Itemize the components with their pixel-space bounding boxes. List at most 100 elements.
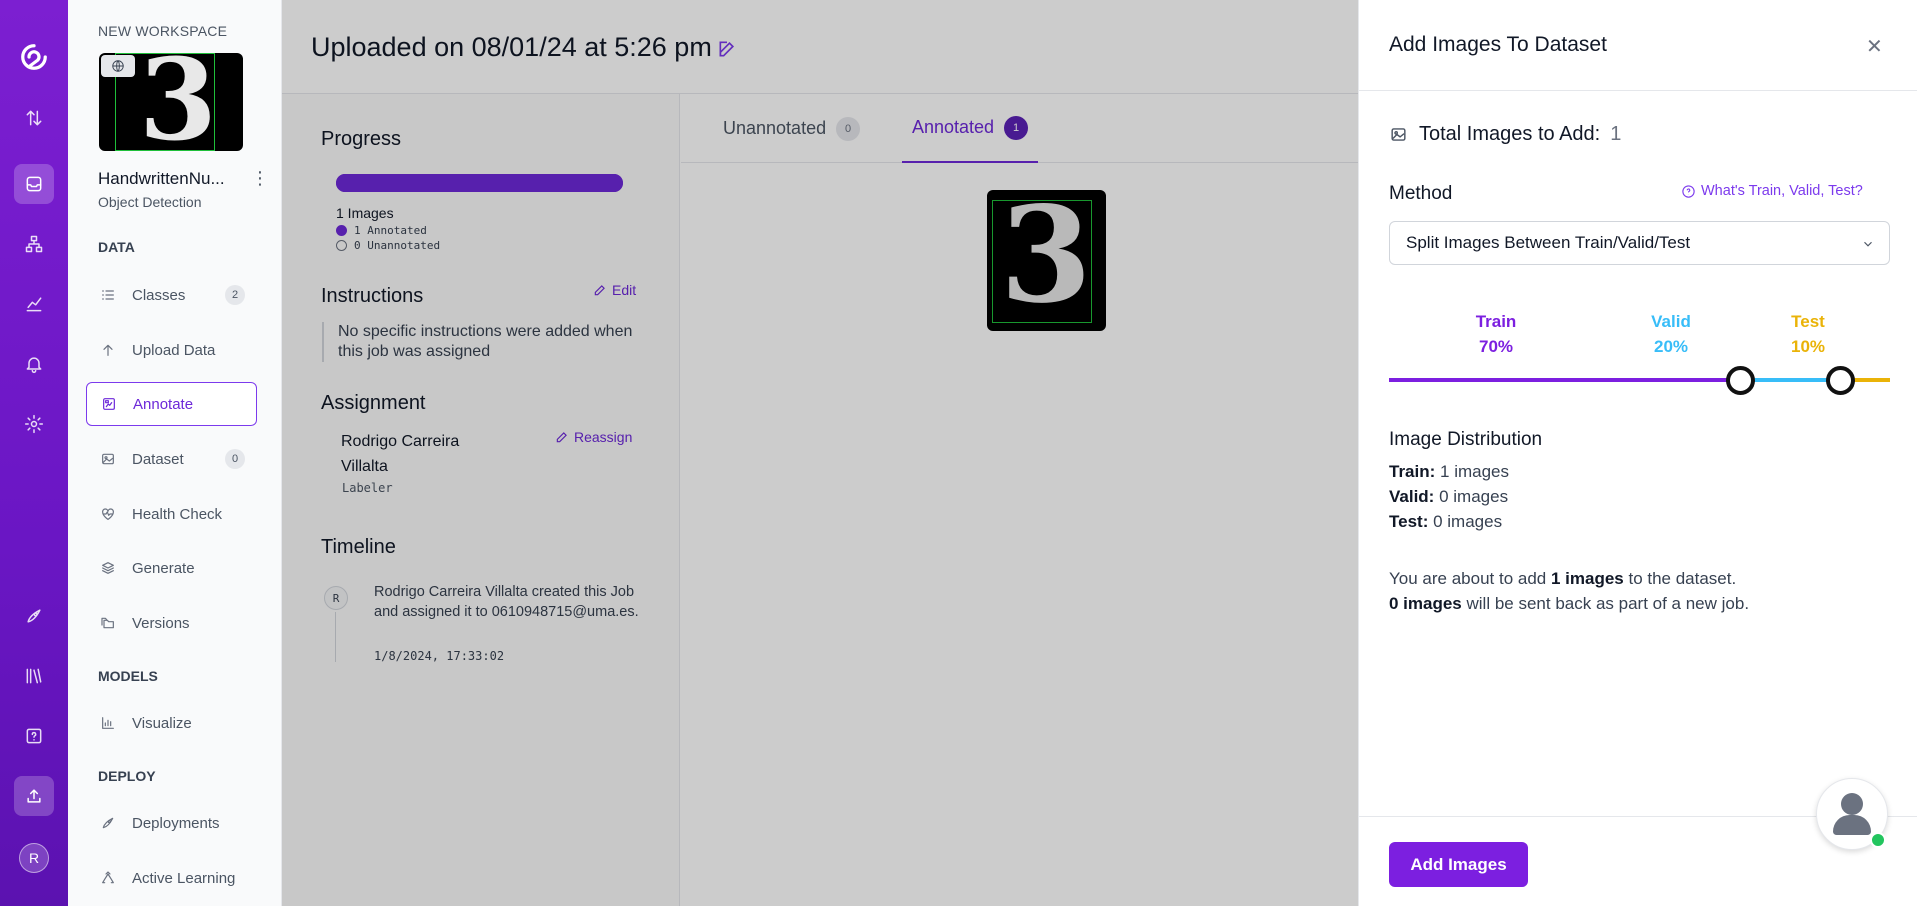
sidebar-item-visualize[interactable]: Visualize — [86, 701, 257, 745]
bar-chart-icon — [102, 717, 114, 729]
total-value: 1 — [1610, 123, 1622, 145]
online-status-dot — [1870, 832, 1886, 848]
dist-valid-label: Valid: — [1389, 487, 1435, 506]
project-type: Object Detection — [98, 194, 202, 210]
sidebar-item-label: Upload Data — [132, 341, 216, 359]
add-images-drawer: Add Images To Dataset ✕ Total Images to … — [1358, 0, 1917, 906]
rocket-icon[interactable] — [14, 596, 54, 636]
dist-test-value: 0 images — [1433, 512, 1503, 531]
project-name[interactable]: HandwrittenNu... — [98, 169, 225, 189]
total-label: Total Images to Add: — [1419, 123, 1601, 145]
chevron-down-icon — [1861, 236, 1875, 250]
sidebar-item-label: Health Check — [132, 505, 223, 523]
image-icon — [102, 453, 114, 465]
gear-icon[interactable] — [14, 404, 54, 444]
distribution-title: Image Distribution — [1389, 429, 1543, 450]
train-label: Train — [1475, 312, 1517, 331]
method-label: Method — [1389, 183, 1453, 204]
layers-icon — [102, 562, 114, 574]
total-images: Total Images to Add: 1 — [1389, 123, 1621, 146]
train-segment — [1389, 378, 1740, 382]
section-models: MODELS — [98, 668, 158, 684]
split-slider[interactable] — [1389, 360, 1890, 400]
train-split-label: Train 70% — [1461, 309, 1531, 359]
sidebar-item-label: Dataset — [132, 450, 184, 468]
sidebar-item-classes[interactable]: Classes 2 — [86, 273, 257, 317]
workspace-label[interactable]: NEW WORKSPACE — [98, 23, 227, 39]
add-summary: You are about to add 1 images to the dat… — [1389, 566, 1749, 616]
summary-line-2: 0 images will be sent back as part of a … — [1389, 591, 1749, 616]
summary-count: 0 images — [1389, 594, 1462, 613]
train-valid-handle[interactable] — [1725, 366, 1755, 395]
valid-pct: 20% — [1653, 337, 1689, 356]
globe-icon[interactable] — [101, 55, 135, 77]
split-help-link[interactable]: What's Train, Valid, Test? — [1681, 183, 1863, 199]
summary-count: 1 images — [1550, 569, 1624, 588]
upload-icon[interactable] — [14, 776, 54, 816]
summary-text: to the dataset. — [1628, 569, 1737, 588]
sidebar-item-health-check[interactable]: Health Check — [86, 492, 257, 536]
train-pct: 70% — [1478, 337, 1514, 356]
sidebar-item-annotate[interactable]: Annotate — [86, 382, 257, 426]
summary-text: will be sent back as part of a new job. — [1466, 594, 1750, 613]
transfer-icon[interactable] — [14, 98, 54, 138]
sidebar-item-active-learning[interactable]: Active Learning — [86, 856, 257, 900]
sidebar-item-label: Deployments — [132, 814, 220, 832]
person-icon — [1841, 793, 1863, 815]
summary-text: You are about to add — [1389, 569, 1547, 588]
logo-icon[interactable] — [14, 37, 54, 77]
dist-valid-value: 0 images — [1439, 487, 1509, 506]
valid-test-handle[interactable] — [1825, 366, 1855, 395]
bell-icon[interactable] — [14, 344, 54, 384]
drawer-header: Add Images To Dataset ✕ — [1359, 0, 1917, 91]
digit-image: 3 — [139, 53, 217, 151]
valid-split-label: Valid 20% — [1636, 309, 1706, 359]
dist-train-value: 1 images — [1440, 462, 1510, 481]
rocket-icon — [102, 817, 114, 829]
distribution-test: Test: 0 images — [1389, 512, 1502, 532]
test-label: Test — [1791, 312, 1825, 331]
folders-icon — [101, 617, 114, 629]
icon-rail: R — [0, 0, 68, 906]
sidebar-item-versions[interactable]: Versions — [86, 601, 257, 645]
sidebar-item-label: Visualize — [132, 714, 192, 732]
library-icon[interactable] — [14, 656, 54, 696]
sidebar-item-upload-data[interactable]: Upload Data — [86, 328, 257, 372]
sidebar-item-generate[interactable]: Generate — [86, 546, 257, 590]
drawer-footer: Add Images — [1359, 778, 1917, 906]
dist-test-label: Test: — [1389, 512, 1429, 531]
project-sidebar: NEW WORKSPACE 3 HandwrittenNu... Object … — [68, 0, 282, 906]
chart-icon[interactable] — [14, 284, 54, 324]
sidebar-item-label: Versions — [132, 614, 190, 632]
project-thumbnail[interactable]: 3 — [99, 53, 243, 151]
add-images-button[interactable]: Add Images — [1389, 842, 1528, 887]
heart-pulse-icon — [102, 508, 114, 520]
arrow-up-icon — [103, 344, 113, 356]
kebab-menu-icon[interactable]: ⋮ — [251, 168, 269, 189]
sitemap-icon[interactable] — [14, 224, 54, 264]
sidebar-item-label: Annotate — [133, 395, 194, 413]
sidebar-item-label: Generate — [132, 559, 195, 577]
section-data: DATA — [98, 239, 135, 255]
valid-segment — [1739, 378, 1840, 382]
inbox-icon[interactable] — [14, 164, 54, 204]
distribution-valid: Valid: 0 images — [1389, 487, 1508, 507]
help-link-label: What's Train, Valid, Test? — [1701, 183, 1863, 199]
close-icon[interactable]: ✕ — [1866, 34, 1883, 59]
sidebar-item-deployments[interactable]: Deployments — [86, 801, 257, 845]
support-chat-avatar[interactable] — [1816, 778, 1888, 850]
image-icon — [1391, 128, 1406, 141]
valid-label: Valid — [1651, 312, 1691, 331]
question-circle-icon — [1682, 184, 1695, 198]
person-icon-body — [1833, 815, 1871, 835]
count-badge: 2 — [225, 285, 245, 305]
dist-train-label: Train: — [1389, 462, 1436, 481]
sidebar-item-label: Active Learning — [132, 869, 236, 887]
help-icon[interactable] — [14, 716, 54, 756]
test-split-label: Test 10% — [1773, 309, 1843, 359]
method-select[interactable]: Split Images Between Train/Valid/Test — [1389, 221, 1890, 265]
sidebar-item-dataset[interactable]: Dataset 0 — [86, 437, 257, 481]
recycle-icon — [102, 871, 114, 884]
user-avatar[interactable]: R — [19, 843, 49, 873]
sidebar-item-label: Classes — [132, 286, 186, 304]
